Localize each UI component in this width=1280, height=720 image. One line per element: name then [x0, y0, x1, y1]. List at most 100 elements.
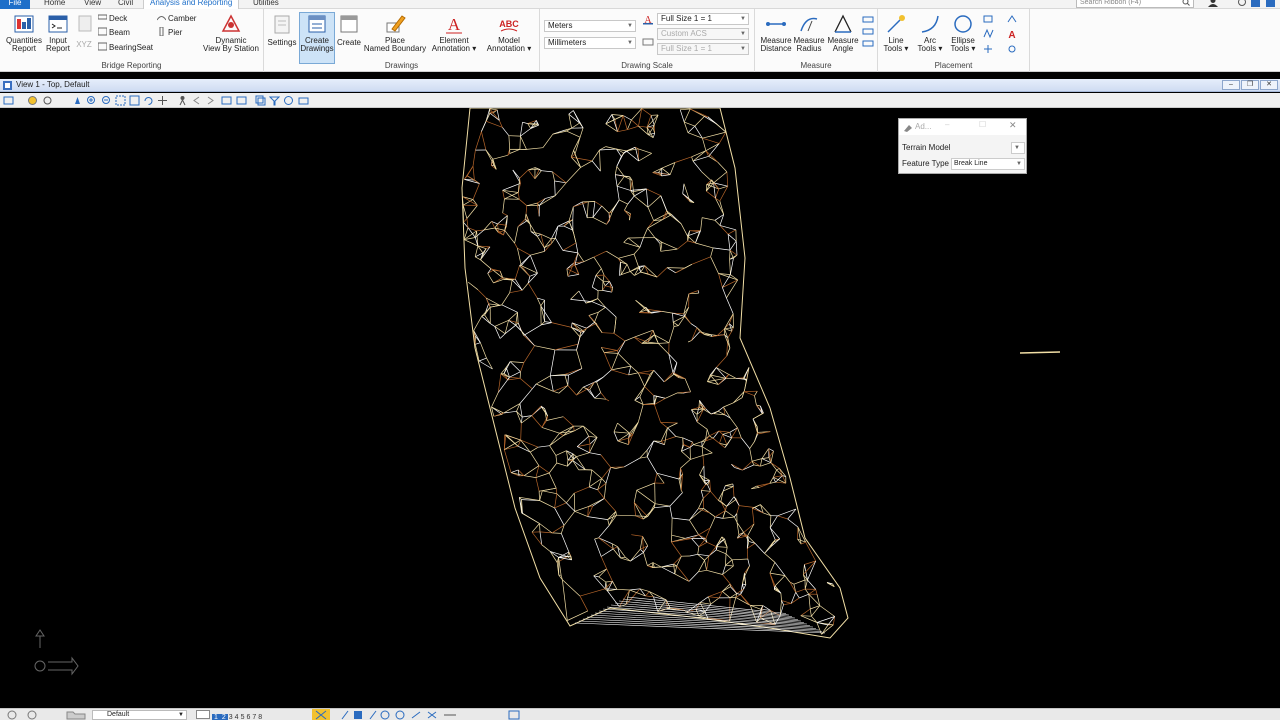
close-button[interactable]: ✕ — [1260, 80, 1278, 90]
input-report-button[interactable]: Input Report — [44, 13, 72, 53]
attribute-toolbar-icons[interactable] — [4, 710, 48, 720]
place-named-boundary-button[interactable]: Place Named Boundary — [362, 13, 428, 53]
bearingseat-button[interactable]: BearingSeat — [98, 42, 153, 54]
measure-distance-button[interactable]: Measure Distance — [758, 13, 794, 53]
user-icon[interactable] — [1208, 0, 1218, 7]
zoom-in-icon[interactable] — [86, 95, 97, 106]
zoom-out-icon[interactable] — [101, 95, 112, 106]
measure-angle-button[interactable]: Measure Angle — [826, 13, 860, 53]
tab-file[interactable]: File — [0, 0, 30, 9]
view-toggle-4[interactable]: 4 — [234, 714, 240, 720]
view-next-icon[interactable] — [205, 95, 216, 106]
snap-mode-icon[interactable] — [312, 709, 330, 720]
quantities-report-button[interactable]: Quantities Report — [4, 13, 44, 53]
rotate-view-icon[interactable] — [143, 95, 154, 106]
break-line-element — [1020, 351, 1060, 354]
tab-civil[interactable]: Civil — [112, 0, 139, 9]
view-groups-icon[interactable] — [196, 710, 210, 719]
line-tools-button[interactable]: Line Tools ▾ — [880, 13, 912, 53]
terrain-model-label: Terrain Model — [902, 143, 951, 152]
settings-icon[interactable] — [1266, 0, 1275, 7]
ellipse-tools-button[interactable]: Ellipse Tools ▾ — [946, 13, 980, 53]
measure-radius-icon — [800, 17, 818, 32]
drawing-settings-button[interactable]: Settings — [267, 13, 297, 47]
search-icon[interactable] — [1182, 0, 1190, 6]
ribbon-search-input[interactable]: Search Ribbon (F4) — [1076, 0, 1194, 8]
tab-home[interactable]: Home — [38, 0, 71, 9]
chevron-down-icon: ▼ — [178, 712, 184, 718]
view-settings-icon[interactable] — [42, 95, 53, 106]
clip-mask-icon[interactable] — [269, 95, 280, 106]
create-drawings-button[interactable]: Create Drawings — [299, 12, 335, 64]
tab-utilities[interactable]: Utilities — [247, 0, 285, 9]
feature-type-select[interactable]: Break Line ▼ — [951, 158, 1025, 170]
arc-tools-button[interactable]: Arc Tools ▾ — [914, 13, 946, 53]
sub-units-select[interactable]: Millimeters ▼ — [544, 37, 636, 49]
chevron-down-icon: ▼ — [1014, 145, 1020, 151]
xyz-icon — [78, 15, 92, 32]
display-style-icon[interactable] — [27, 95, 38, 106]
terrain-model-select[interactable]: ▼ — [1011, 142, 1025, 154]
quantities-report-icon — [14, 15, 34, 33]
annotation-scale-icon[interactable]: A — [642, 13, 654, 25]
minimize-button[interactable]: – — [1222, 80, 1240, 90]
view-toggle-8[interactable]: 8 — [257, 714, 263, 720]
tool-settings-icon — [904, 125, 912, 132]
dialog-close-button[interactable]: ✕ — [1009, 120, 1017, 131]
cell-icon — [1008, 45, 1016, 53]
view-rotation-icon[interactable] — [236, 95, 247, 106]
view-attributes-icon[interactable] — [3, 95, 14, 106]
ribbon-tab-strip: File Home View Civil Analysis and Report… — [0, 0, 1280, 9]
snap-toolbar-icons[interactable] — [340, 710, 480, 720]
view-titlebar: View 1 - Top, Default – ❐ ✕ — [0, 79, 1280, 92]
view-axis-triad-icon — [34, 629, 79, 676]
view-filter-icon[interactable] — [283, 95, 294, 106]
view-canvas[interactable] — [0, 108, 1280, 708]
chevron-down-icon: ▼ — [740, 16, 746, 22]
deck-icon — [98, 14, 107, 20]
accudraw-icon[interactable] — [508, 710, 520, 720]
app-store-icon[interactable] — [1251, 0, 1260, 7]
copy-view-icon[interactable] — [221, 95, 232, 106]
custom-acs-select[interactable]: Custom ACS ▼ — [657, 28, 749, 40]
view-previous-icon[interactable] — [191, 95, 202, 106]
camera-icon[interactable] — [298, 95, 309, 106]
create-icon — [340, 15, 358, 33]
walk-icon[interactable] — [177, 95, 188, 106]
annotation-scale-select[interactable]: Full Size 1 = 1 ▼ — [657, 13, 749, 25]
window-area-icon[interactable] — [115, 95, 126, 106]
create-button[interactable]: Create — [336, 13, 362, 47]
measure-radius-button[interactable]: Measure Radius — [792, 13, 826, 53]
beam-button[interactable]: Beam — [98, 27, 130, 39]
fit-view-icon[interactable] — [129, 95, 140, 106]
measure-more-icon[interactable] — [862, 15, 874, 55]
pier-icon — [159, 27, 164, 36]
tab-analysis-and-reporting[interactable]: Analysis and Reporting — [143, 0, 240, 9]
pan-view-icon[interactable] — [157, 95, 168, 106]
pier-button[interactable]: Pier — [157, 27, 182, 39]
model-select[interactable]: Default ▼ — [92, 710, 187, 720]
clip-volume-icon[interactable] — [255, 95, 266, 106]
secondary-scale-select[interactable]: Full Size 1 = 1 ▼ — [657, 43, 749, 55]
tab-view[interactable]: View — [78, 0, 107, 9]
model-annotation-button[interactable]: ABC Model Annotation ▾ — [482, 13, 536, 53]
master-units-select[interactable]: Meters ▼ — [544, 20, 636, 32]
view-toggle-1[interactable]: 1 — [211, 714, 220, 720]
camber-button[interactable]: Camber — [157, 13, 196, 25]
acs-icon[interactable] — [642, 36, 654, 48]
restore-button[interactable]: ❐ — [1241, 80, 1259, 90]
update-view-icon[interactable] — [72, 95, 83, 106]
dialog-minimize-button[interactable]: – — [945, 120, 949, 129]
element-annotation-button[interactable]: A Element Annotation ▾ — [428, 13, 480, 53]
xyz-button[interactable]: XYZ — [74, 13, 94, 49]
deck-button[interactable]: Deck — [98, 13, 127, 25]
view-toggle-3[interactable]: 3 — [228, 714, 234, 720]
placement-small-tools[interactable]: A — [982, 13, 1026, 59]
input-report-icon — [48, 15, 68, 33]
group-label-placement: Placement — [934, 61, 973, 70]
dialog-maximize-button[interactable]: ☐ — [979, 120, 986, 129]
folder-icon[interactable] — [66, 710, 86, 720]
help-icon[interactable] — [1238, 0, 1246, 6]
view-toggle-2[interactable]: 2 — [219, 714, 228, 720]
dynamic-view-by-station-button[interactable]: Dynamic View By Station — [202, 13, 260, 53]
